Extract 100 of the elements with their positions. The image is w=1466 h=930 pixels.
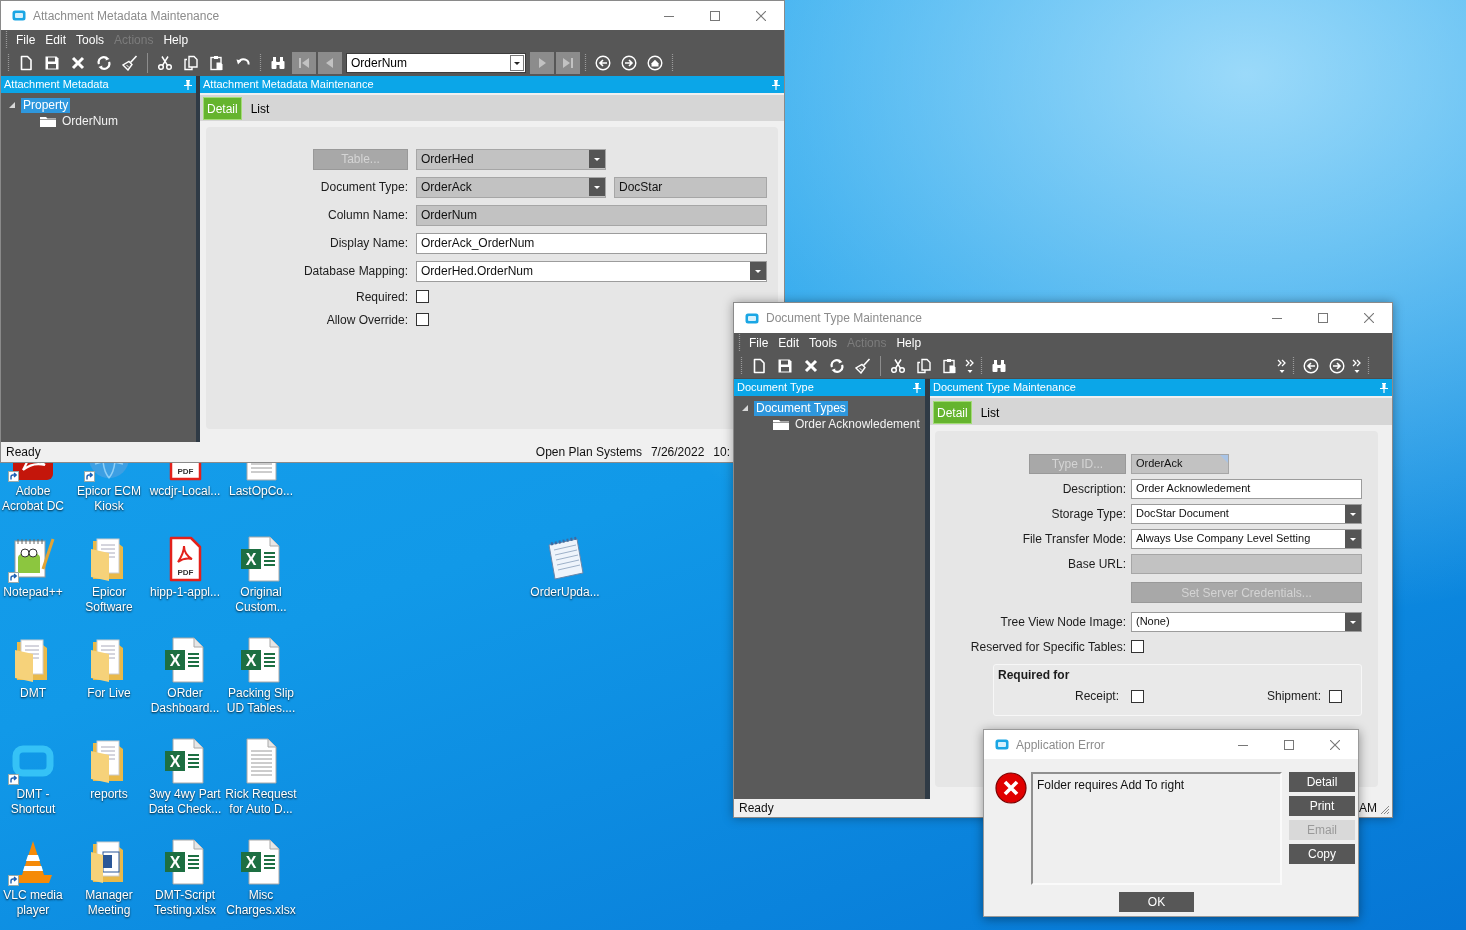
text-field[interactable]: OrderAck_OrderNum	[416, 232, 767, 254]
dialog-button[interactable]: Detail	[1289, 772, 1355, 792]
left-arrow-circle-icon	[1303, 357, 1319, 374]
grip-icon[interactable]	[259, 54, 262, 72]
grip-icon[interactable]	[1367, 356, 1370, 375]
double-chevron-icon	[965, 357, 975, 374]
dropdown[interactable]: OrderHed	[416, 148, 606, 170]
cross-icon	[70, 55, 86, 71]
pin-icon[interactable]	[184, 79, 192, 90]
group-title: Required for	[998, 667, 1070, 684]
desktop-icon-label[interactable]: DMT-Script Testing.xlsx	[147, 888, 223, 918]
close-icon	[1364, 313, 1374, 323]
text-field[interactable]: DocStar	[614, 176, 767, 198]
expand-arrow-icon[interactable]	[742, 405, 748, 411]
pane-title: Document Type	[737, 380, 814, 396]
maximize-icon	[1318, 313, 1328, 323]
menu-item[interactable]: File	[11, 30, 41, 50]
message-box: Folder requires Add To right	[1031, 772, 1282, 885]
pin-icon[interactable]	[1380, 382, 1388, 393]
double-chevron-icon	[1352, 357, 1362, 374]
ok-button[interactable]: OK	[1119, 892, 1194, 912]
desktop-icon-label[interactable]: reports	[90, 787, 128, 802]
expand-arrow-icon[interactable]	[9, 102, 15, 108]
tree-item[interactable]: Order Acknowledement	[793, 416, 922, 432]
tree-item[interactable]: OrderNum	[60, 113, 120, 129]
grip-icon[interactable]	[671, 54, 674, 72]
pin-icon[interactable]	[772, 79, 780, 90]
circular-arrows-icon	[829, 357, 845, 374]
text-field[interactable]: OrderNum	[416, 204, 767, 226]
pin-icon[interactable]	[913, 382, 921, 393]
record-combo-box[interactable]: OrderNum	[346, 53, 526, 73]
menu-item[interactable]: Help	[891, 333, 927, 353]
dropdown[interactable]: (None)	[1131, 611, 1362, 632]
dropdown[interactable]: Always Use Company Level Setting	[1131, 528, 1362, 549]
grip-icon[interactable]	[738, 334, 741, 352]
menu-item[interactable]: Tools	[804, 333, 843, 353]
dropdown[interactable]: OrderAck	[416, 176, 606, 198]
tab[interactable]: List	[249, 97, 271, 120]
dialog-button[interactable]: Print	[1289, 796, 1355, 816]
field-label: Column Name:	[327, 207, 408, 224]
checkbox[interactable]	[1329, 689, 1342, 703]
scissors-icon	[157, 55, 173, 71]
binoculars-icon	[270, 55, 286, 71]
text-field[interactable]	[1131, 553, 1362, 574]
desktop-icon-label[interactable]: Packing Slip UD Tables....	[223, 686, 299, 716]
copy-pages-icon	[183, 55, 199, 71]
text-field[interactable]: OrderAck	[1131, 453, 1229, 474]
double-chevron-icon	[1277, 357, 1287, 374]
status-text: Open Plan Systems	[535, 444, 642, 461]
broom-icon	[122, 55, 138, 71]
desktop-icon-label[interactable]: Original Custom...	[223, 585, 299, 615]
grip-icon[interactable]	[1292, 356, 1295, 375]
close-icon	[756, 10, 766, 21]
dropdown[interactable]: DocStar Document	[1131, 503, 1362, 524]
resize-grip-icon[interactable]	[1380, 805, 1390, 815]
tree-item[interactable]: Document Types	[754, 400, 848, 416]
desktop-icon-label[interactable]: VLC media player	[0, 888, 71, 918]
grip-icon[interactable]	[5, 31, 8, 49]
field-label: Database Mapping:	[303, 263, 408, 280]
field-label: Receipt:	[1074, 688, 1119, 705]
desktop-icon-label[interactable]: DMT	[20, 686, 46, 701]
text-field[interactable]: Order Acknowledement	[1131, 478, 1362, 499]
grip-icon[interactable]	[740, 356, 743, 375]
menu-item[interactable]: Tools	[71, 30, 110, 50]
desktop-icon-label[interactable]: Manager Meeting	[71, 888, 147, 918]
desktop-icon-label[interactable]: For Live	[87, 686, 131, 701]
desktop-icon-label[interactable]: Misc Charges.xlsx	[223, 888, 299, 918]
checkbox[interactable]	[1131, 640, 1144, 653]
desktop-icon-label[interactable]: Rick Request for Auto D...	[223, 787, 299, 817]
desktop-icon-label[interactable]: ORder Dashboard...	[147, 686, 223, 716]
broom-icon	[855, 357, 871, 374]
left-arrow-circle-icon	[595, 55, 611, 71]
window-title: Application Error	[1016, 736, 1105, 754]
checkbox[interactable]	[1131, 689, 1144, 703]
field-label: Tree View Node Image:	[1000, 613, 1126, 631]
desktop-icon-label[interactable]: DMT - Shortcut	[0, 787, 71, 817]
circular-arrows-icon	[96, 55, 112, 71]
status-text: Ready	[739, 800, 774, 817]
checkbox[interactable]	[416, 313, 429, 326]
grip-icon[interactable]	[584, 54, 587, 72]
desktop-icon-label[interactable]: OrderUpda...	[530, 585, 600, 600]
field-label: Required:	[355, 288, 408, 306]
desktop-icon-label[interactable]: 3wy 4wy Part Data Check...	[147, 787, 223, 817]
grip-icon[interactable]	[980, 356, 983, 375]
skip-forward-icon	[560, 55, 576, 71]
menu-item[interactable]: Edit	[40, 30, 72, 50]
scissors-icon	[890, 357, 906, 374]
menu-item[interactable]: Help	[158, 30, 194, 50]
window-title: Attachment Metadata Maintenance	[33, 7, 220, 25]
window-title: Document Type Maintenance	[766, 310, 922, 327]
tree-item[interactable]: Property	[21, 97, 71, 113]
grip-icon[interactable]	[7, 54, 10, 72]
tab[interactable]: List	[979, 401, 1001, 424]
dropdown[interactable]: OrderHed.OrderNum	[416, 260, 767, 282]
checkbox[interactable]	[416, 290, 429, 303]
dialog-button[interactable]: Copy	[1289, 844, 1355, 864]
menu-item[interactable]: Edit	[773, 333, 805, 353]
menu-item[interactable]: File	[744, 333, 774, 353]
field-label: Shipment:	[1266, 688, 1321, 705]
skip-back-icon	[296, 55, 312, 71]
